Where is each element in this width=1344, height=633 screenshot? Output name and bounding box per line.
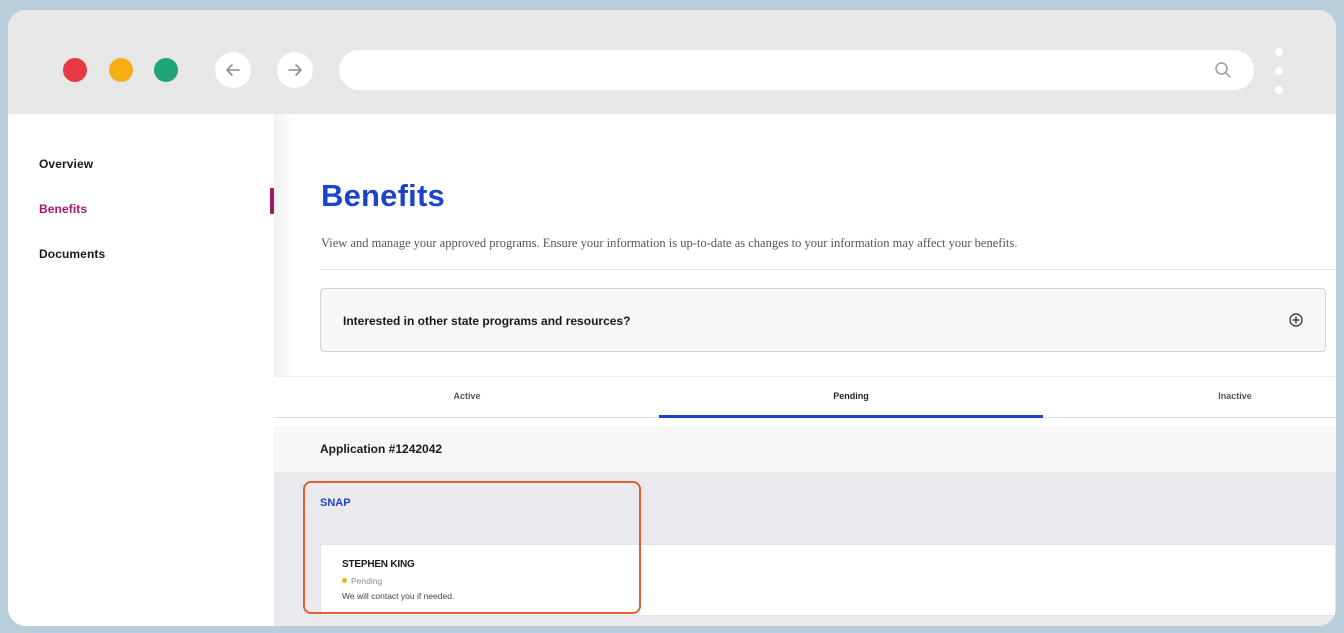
search-icon[interactable] (1214, 61, 1232, 79)
close-window-button[interactable] (63, 58, 87, 82)
sidebar-nav: Overview Benefits Documents (8, 114, 274, 626)
application-header: Application #1242042 (274, 426, 1336, 472)
browser-window: Overview Benefits Documents Benefits Vie… (8, 10, 1336, 626)
address-bar[interactable] (339, 50, 1254, 90)
sidebar-item-overview[interactable]: Overview (39, 157, 93, 171)
active-tab-underline (659, 415, 1043, 418)
other-programs-accordion[interactable]: Interested in other state programs and r… (320, 288, 1326, 352)
divider (320, 269, 1336, 270)
maximize-window-button[interactable] (154, 58, 178, 82)
sidebar-item-documents[interactable]: Documents (39, 247, 105, 261)
minimize-window-button[interactable] (109, 58, 133, 82)
page-description: View and manage your approved programs. … (321, 236, 1018, 250)
browser-toolbar (8, 10, 1336, 114)
callout-highlight-box (303, 481, 641, 614)
tab-active[interactable]: Active (275, 391, 659, 401)
browser-menu-icon[interactable] (1274, 48, 1284, 94)
arrow-right-icon (288, 64, 302, 76)
back-button[interactable] (215, 52, 251, 88)
tab-inactive[interactable]: Inactive (1043, 391, 1336, 401)
forward-button[interactable] (277, 52, 313, 88)
tab-pending[interactable]: Pending (659, 391, 1043, 401)
application-number: Application #1242042 (320, 442, 443, 456)
plus-circle-icon[interactable] (1289, 313, 1303, 327)
benefit-status-tabs: Active Pending Inactive (274, 376, 1336, 426)
accordion-label: Interested in other state programs and r… (343, 314, 631, 328)
arrow-left-icon (226, 64, 240, 76)
sidebar-item-benefits[interactable]: Benefits (39, 202, 87, 216)
page-title: Benefits (321, 178, 445, 213)
